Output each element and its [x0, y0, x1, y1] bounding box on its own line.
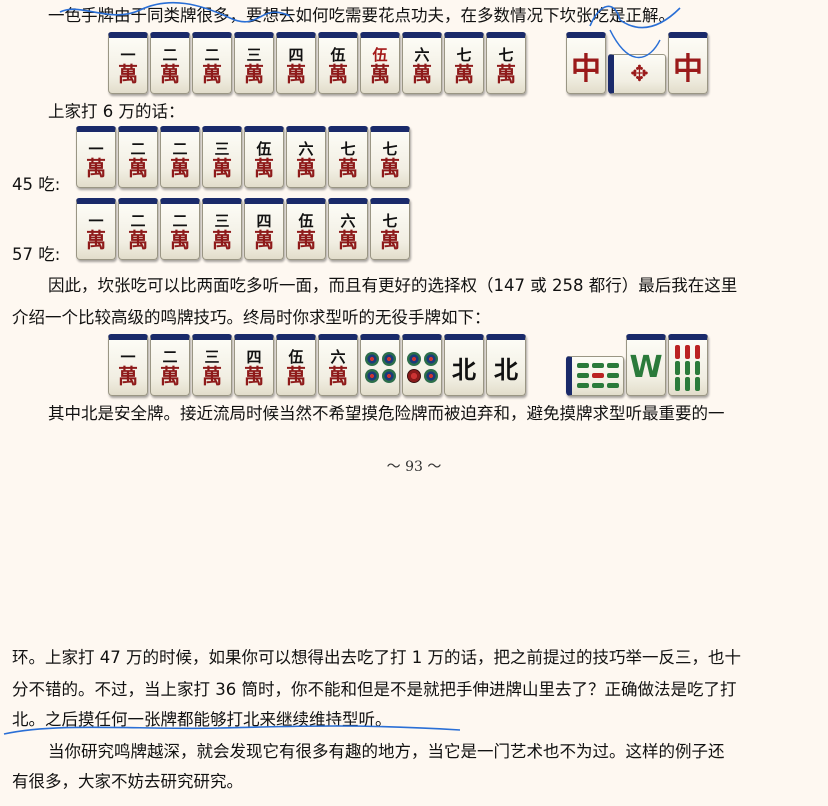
mahjong-tile: 三萬 [192, 334, 232, 396]
paragraph-conclusion-line1: 因此，坎张吃可以比两面吃多听一面，而且有更好的选择权（147 或 258 都行）… [48, 276, 738, 295]
mahjong-tile-red-dragon: 中 [566, 32, 606, 94]
mahjong-tile: 七萬 [370, 126, 410, 188]
mahjong-tile-sideways-sou [566, 356, 624, 396]
mahjong-tile: 七萬 [328, 126, 368, 188]
mahjong-tile: 四萬 [244, 198, 284, 260]
mahjong-tile: 三萬 [202, 126, 242, 188]
mahjong-tile-north: 北 [444, 334, 484, 396]
mahjong-tile: 伍萬 [318, 32, 358, 94]
mahjong-tile: 七萬 [444, 32, 484, 94]
mahjong-tile-north: 北 [486, 334, 526, 396]
mahjong-tile: 一萬 [108, 334, 148, 396]
mahjong-tile: 伍萬 [286, 198, 326, 260]
mahjong-tile: 二萬 [160, 198, 200, 260]
mahjong-tile-pin-4 [360, 334, 400, 396]
mahjong-tile: 七萬 [486, 32, 526, 94]
label-45-chi: 45 吃: [12, 175, 61, 194]
mahjong-tile: 伍萬 [276, 334, 316, 396]
mahjong-tile-sou-9 [668, 334, 708, 396]
mahjong-tile: 伍萬 [244, 126, 284, 188]
mahjong-tile: 二萬 [150, 32, 190, 94]
paragraph-intro: 一色手牌由于同类牌很多，要想去如何吃需要花点功夫，在多数情况下坎张吃是正解。 [48, 6, 675, 25]
mahjong-tile: 六萬 [402, 32, 442, 94]
paragraph-closing-line1: 当你研究鸣牌越深，就会发现它有很多有趣的地方，当它是一门艺术也不为过。这样的例子… [48, 742, 725, 761]
dragon-glyph-icon: ✥ [630, 61, 649, 87]
mahjong-tile: 二萬 [192, 32, 232, 94]
mahjong-tile: 三萬 [234, 32, 274, 94]
mahjong-tile: 一萬 [108, 32, 148, 94]
mahjong-tile: 四萬 [276, 32, 316, 94]
mahjong-tile-sou-w: W [626, 334, 666, 396]
mahjong-tile: 六萬 [328, 198, 368, 260]
mahjong-tile-red-five: 伍萬 [360, 32, 400, 94]
label-57-chi: 57 吃: [12, 245, 61, 264]
mahjong-tile: 七萬 [370, 198, 410, 260]
page-number: ～ 93 ～ [386, 459, 442, 475]
mahjong-tile: 一萬 [76, 126, 116, 188]
mahjong-tile-red-dragon: 中 [668, 32, 708, 94]
paragraph-closing-line2: 有很多，大家不妨去研究研究。 [12, 772, 243, 791]
tile-row-57: 一萬 二萬 二萬 三萬 四萬 伍萬 六萬 七萬 [76, 198, 412, 260]
tile-row-meld-1: 中 ✥ 中 [566, 32, 710, 94]
tile-row-hand-1: 一萬 二萬 二萬 三萬 四萬 伍萬 伍萬 六萬 七萬 七萬 [108, 32, 528, 94]
mahjong-tile: 一萬 [76, 198, 116, 260]
mahjong-tile-sideways: ✥ [608, 54, 666, 94]
mahjong-tile: 二萬 [160, 126, 200, 188]
sou-pattern-icon: W [629, 350, 663, 385]
paragraph-continuation-line1: 环。上家打 47 万的时候，如果你可以想得出去吃了打 1 万的话，把之前提过的技… [12, 648, 741, 667]
paragraph-safe-tile: 其中北是安全牌。接近流局时候当然不希望摸危险牌而被迫弃和，避免摸牌求型听最重要的… [48, 404, 725, 423]
paragraph-discard-6: 上家打 6 万的话： [48, 102, 185, 121]
paragraph-continuation-line2: 分不错的。不过，当上家打 36 筒时，你不能和但是不是就把手伸进牌山里去了？正确… [12, 680, 737, 699]
mahjong-tile: 三萬 [202, 198, 242, 260]
mahjong-tile: 六萬 [318, 334, 358, 396]
mahjong-tile: 四萬 [234, 334, 274, 396]
tile-row-meld-2: W [566, 334, 710, 396]
mahjong-tile: 二萬 [150, 334, 190, 396]
tile-row-hand-2: 一萬 二萬 三萬 四萬 伍萬 六萬 北 北 [108, 334, 528, 396]
mahjong-tile: 二萬 [118, 198, 158, 260]
mahjong-tile-pin-5 [402, 334, 442, 396]
paragraph-conclusion-line2: 介绍一个比较高级的鸣牌技巧。终局时你求型听的无役手牌如下： [12, 308, 491, 327]
mahjong-tile: 六萬 [286, 126, 326, 188]
tile-row-45: 一萬 二萬 二萬 三萬 伍萬 六萬 七萬 七萬 [76, 126, 412, 188]
mahjong-tile: 二萬 [118, 126, 158, 188]
paragraph-continuation-line3: 北。之后摸任何一张牌都能够打北来继续维持型听。 [12, 710, 392, 729]
